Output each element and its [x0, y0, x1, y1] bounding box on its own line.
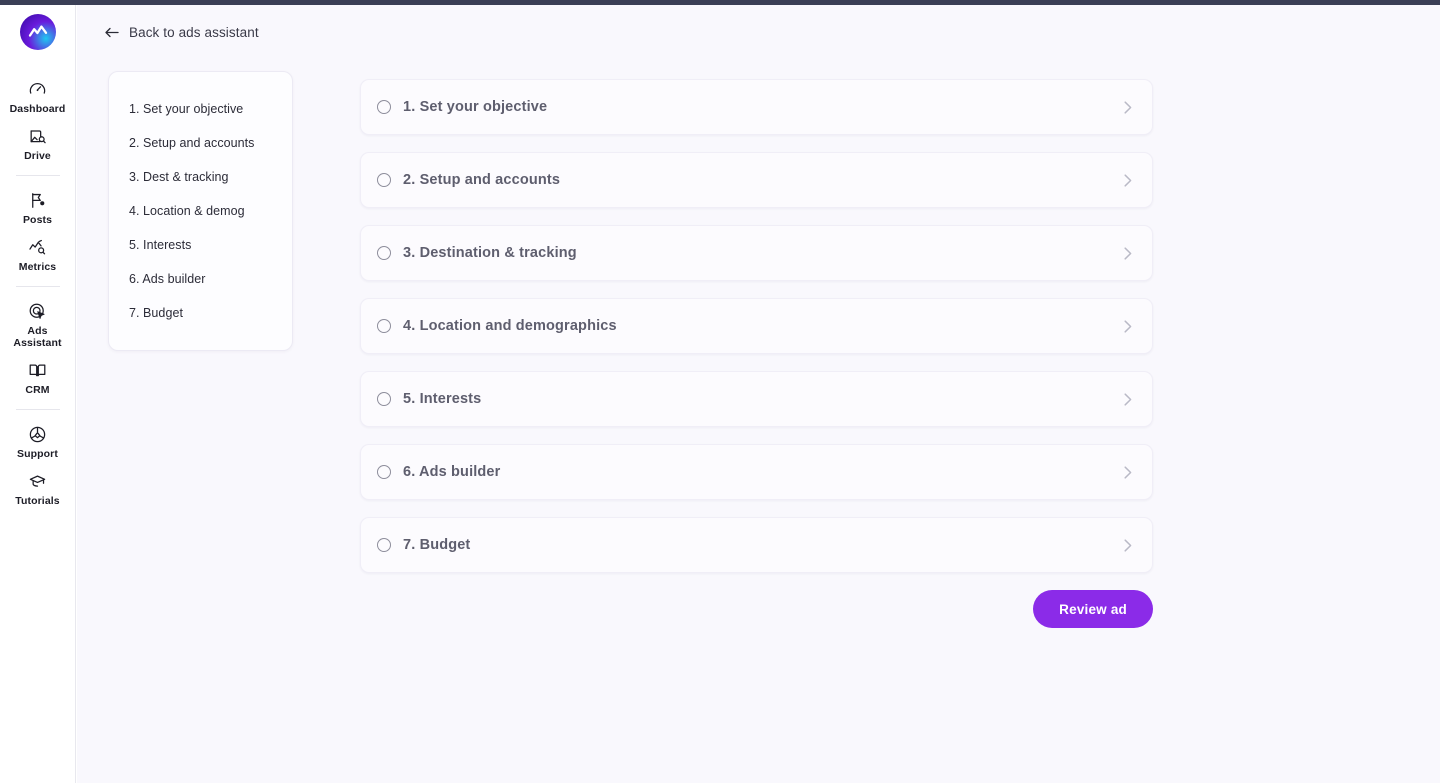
- step-card-5[interactable]: 5. Interests: [360, 371, 1153, 427]
- steps-nav-item-6[interactable]: 6. Ads builder: [109, 262, 292, 296]
- gauge-icon: [28, 78, 47, 100]
- app-logo[interactable]: [19, 14, 56, 50]
- steps-nav-panel: 1. Set your objective 2. Setup and accou…: [108, 71, 293, 351]
- sidebar-item-support[interactable]: Support: [0, 417, 76, 464]
- sidebar-item-label: Support: [17, 448, 58, 460]
- steps-nav-item-5[interactable]: 5. Interests: [109, 228, 292, 262]
- chevron-right-icon[interactable]: [1124, 246, 1132, 260]
- sidebar-item-label: Dashboard: [9, 103, 66, 115]
- rail-divider: [15, 175, 60, 176]
- sidebar-item-label: CRM: [25, 384, 50, 396]
- lifebuoy-icon: [28, 423, 47, 445]
- chevron-right-icon[interactable]: [1124, 538, 1132, 552]
- step-status-radio[interactable]: [377, 246, 391, 260]
- chevron-right-icon[interactable]: [1124, 465, 1132, 479]
- step-cards-list: 1. Set your objective 2. Setup and accou…: [360, 79, 1153, 628]
- arrow-left-icon: [105, 27, 119, 38]
- steps-nav-item-3[interactable]: 3. Dest & tracking: [109, 160, 292, 194]
- sidebar-item-drive[interactable]: Drive: [0, 119, 76, 166]
- chevron-right-icon[interactable]: [1124, 319, 1132, 333]
- step-status-radio[interactable]: [377, 392, 391, 406]
- rail-divider: [15, 286, 60, 287]
- media-search-icon: [28, 125, 47, 147]
- step-status-radio[interactable]: [377, 100, 391, 114]
- app-root: Dashboard Drive Posts Metrics Ads Assist…: [0, 0, 1440, 783]
- sidebar-item-ads-assistant[interactable]: Ads Assistant: [0, 294, 76, 353]
- target-cursor-icon: [28, 300, 47, 322]
- sidebar-item-metrics[interactable]: Metrics: [0, 230, 76, 277]
- sidebar-item-label: Ads Assistant: [13, 325, 62, 349]
- step-status-radio[interactable]: [377, 173, 391, 187]
- left-nav-rail: Dashboard Drive Posts Metrics Ads Assist…: [0, 5, 76, 783]
- sidebar-item-label: Metrics: [18, 261, 57, 273]
- step-card-2[interactable]: 2. Setup and accounts: [360, 152, 1153, 208]
- rail-divider: [15, 409, 60, 410]
- sidebar-item-posts[interactable]: Posts: [0, 183, 76, 230]
- step-card-4[interactable]: 4. Location and demographics: [360, 298, 1153, 354]
- step-card-3[interactable]: 3. Destination & tracking: [360, 225, 1153, 281]
- book-icon: [28, 359, 47, 381]
- sidebar-item-crm[interactable]: CRM: [0, 353, 76, 400]
- step-card-title: 1. Set your objective: [403, 99, 548, 115]
- step-card-title: 7. Budget: [403, 537, 471, 553]
- back-link-label: Back to ads assistant: [129, 25, 259, 40]
- chevron-right-icon[interactable]: [1124, 173, 1132, 187]
- sidebar-item-dashboard[interactable]: Dashboard: [0, 72, 76, 119]
- review-ad-button[interactable]: Review ad: [1033, 590, 1153, 628]
- step-card-title: 6. Ads builder: [403, 464, 501, 480]
- steps-nav-item-7[interactable]: 7. Budget: [109, 296, 292, 330]
- step-card-1[interactable]: 1. Set your objective: [360, 79, 1153, 135]
- review-action-row: Review ad: [360, 590, 1153, 628]
- step-card-title: 5. Interests: [403, 391, 482, 407]
- step-card-7[interactable]: 7. Budget: [360, 517, 1153, 573]
- back-to-ads-assistant-link[interactable]: Back to ads assistant: [105, 25, 259, 40]
- step-card-title: 2. Setup and accounts: [403, 172, 561, 188]
- chart-search-icon: [28, 236, 47, 258]
- sidebar-item-label: Tutorials: [15, 495, 60, 507]
- step-card-title: 3. Destination & tracking: [403, 245, 577, 261]
- sidebar-item-tutorials[interactable]: Tutorials: [0, 464, 76, 511]
- chevron-right-icon[interactable]: [1124, 100, 1132, 114]
- step-status-radio[interactable]: [377, 465, 391, 479]
- steps-nav-item-4[interactable]: 4. Location & demog: [109, 194, 292, 228]
- main-content: Back to ads assistant 1. Set your object…: [77, 5, 1440, 783]
- steps-nav-item-1[interactable]: 1. Set your objective: [109, 92, 292, 126]
- flag-icon: [28, 189, 47, 211]
- step-card-6[interactable]: 6. Ads builder: [360, 444, 1153, 500]
- step-status-radio[interactable]: [377, 538, 391, 552]
- step-card-title: 4. Location and demographics: [403, 318, 617, 334]
- chevron-right-icon[interactable]: [1124, 392, 1132, 406]
- sidebar-item-label: Drive: [24, 150, 51, 162]
- steps-nav-item-2[interactable]: 2. Setup and accounts: [109, 126, 292, 160]
- graduation-cap-icon: [28, 470, 47, 492]
- sidebar-item-label: Posts: [22, 214, 53, 226]
- step-status-radio[interactable]: [377, 319, 391, 333]
